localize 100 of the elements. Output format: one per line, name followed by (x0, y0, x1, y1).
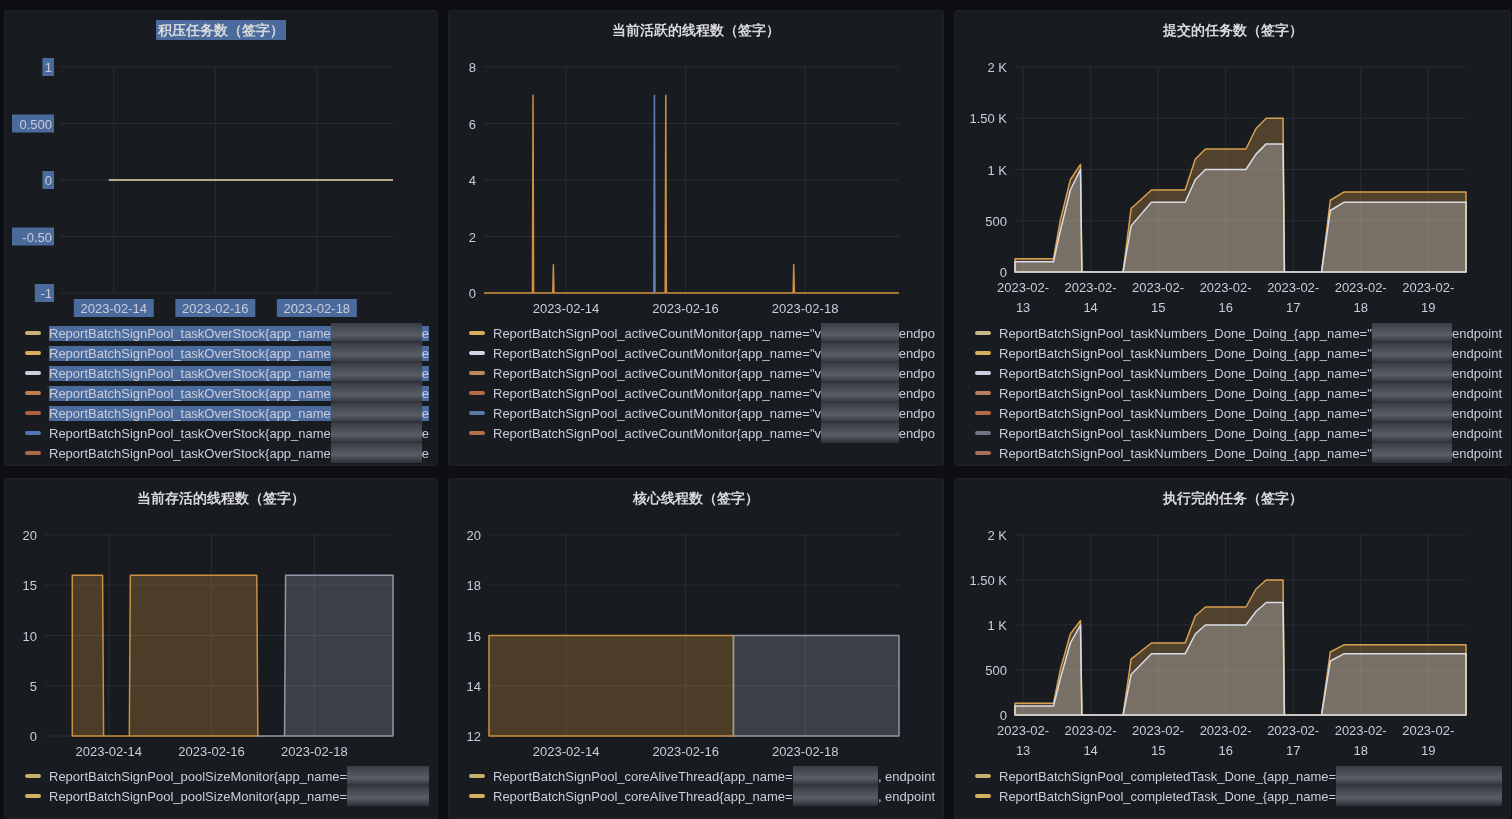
legend-item[interactable]: endpoint (1452, 325, 1502, 341)
legend-item[interactable]: ReportBatchSignPool_activeCountMonitor{app_name="v (493, 325, 821, 341)
axis-label: 20 (22, 528, 37, 543)
axis-label: 2 K (987, 60, 1007, 75)
axis-label: 2023-02- 19 (1402, 280, 1455, 315)
axis-label: 2023-02- 13 (997, 723, 1050, 758)
legend-item[interactable]: endpo (898, 425, 935, 441)
axis-label: 500 (985, 213, 1007, 229)
axis-label: 4 (468, 173, 476, 188)
axis-label: 2023-02- 13 (997, 280, 1050, 315)
legend-item[interactable]: ReportBatchSignPool_taskNumbers_Done_Doing_{app_name=" (999, 365, 1372, 381)
axis-label: 0 (29, 729, 37, 744)
axis-label: 2023-02- 14 (1064, 723, 1117, 758)
axis-label: 5 (29, 678, 37, 694)
legend-item[interactable]: endpoint (1452, 405, 1502, 421)
legend-item[interactable]: e (421, 445, 429, 461)
legend-item[interactable]: endpoint (1452, 445, 1502, 461)
y-tick-label: 0.500 (19, 116, 52, 132)
legend-item[interactable]: endpoint (1452, 385, 1502, 401)
axis-label: 2023-02-16 (175, 299, 256, 317)
legend-item[interactable]: ReportBatchSignPool_taskNumbers_Done_Doing_{app_name=" (999, 425, 1372, 441)
y-tick-label: -1 (40, 286, 52, 301)
axis-label: 2023-02-16 (178, 744, 245, 759)
legend-item[interactable]: ReportBatchSignPool_completedTask_Done_{app_name= (999, 768, 1337, 784)
panel-title: 当前活跃的线程数（签字） (611, 21, 781, 40)
axis-label: 2023-02-18 (771, 301, 839, 316)
legend-item[interactable]: endpo (898, 325, 935, 341)
legend-item[interactable]: ReportBatchSignPool_taskOverStock{app_name (49, 445, 331, 461)
axis-label: 1 K (987, 618, 1007, 633)
panel-title: 积压任务数（签字） (156, 20, 286, 40)
axis-label: 2023-02- 16 (1199, 723, 1252, 758)
axis-label: 2023-02-18 (281, 744, 348, 759)
legend-item[interactable]: ReportBatchSignPool_coreAliveThread{app_name= (493, 768, 793, 784)
legend-item[interactable]: ReportBatchSignPool_activeCountMonitor{app_name="v (493, 385, 821, 401)
legend-item[interactable]: endpo (898, 405, 935, 421)
legend-item[interactable]: ReportBatchSignPool_activeCountMonitor{app_name="v (493, 405, 821, 421)
legend-item[interactable]: , endpoint (877, 768, 935, 784)
axis-label: 2023-02-18 (771, 744, 839, 759)
axis-label: 2023-02-14 (532, 744, 600, 759)
axis-label: 8 (468, 60, 476, 75)
axis-label: 0 (42, 171, 54, 189)
axis-label: 2023-02-16 (652, 744, 719, 759)
legend-item[interactable]: endpoint (1452, 425, 1502, 441)
axis-label: 2023-02- 18 (1334, 723, 1387, 758)
axis-label: 20 (466, 528, 481, 543)
legend-item[interactable]: ReportBatchSignPool_activeCountMonitor{app_name="v (493, 425, 821, 441)
x-tick-label: 2023-02-14 (80, 301, 148, 316)
axis-label: 2023-02-18 (276, 299, 357, 317)
axis-label: 2023-02- 17 (1267, 280, 1320, 315)
axis-label: 1.50 K (969, 573, 1007, 588)
axis-label: 12 (466, 729, 481, 744)
legend-item[interactable]: , endpoint (877, 788, 935, 804)
axis-label: 2023-02-16 (652, 301, 719, 316)
legend-item[interactable]: ReportBatchSignPool_taskNumbers_Done_Doing_{app_name=" (999, 345, 1372, 361)
axis-label: 1.50 K (969, 111, 1007, 127)
axis-label: 0 (999, 708, 1007, 723)
y-tick-label: -0.50 (22, 229, 52, 245)
legend-item[interactable]: ReportBatchSignPool_taskNumbers_Done_Doing_{app_name=" (999, 385, 1372, 401)
legend-item[interactable]: e (421, 425, 429, 441)
axis-label: 2023-02- 15 (1132, 280, 1185, 315)
legend-item[interactable]: endpo (898, 345, 935, 361)
axis-label: 2 K (987, 528, 1007, 543)
legend-item[interactable]: ReportBatchSignPool_poolSizeMonitor{app_name= (49, 768, 348, 784)
x-tick-label: 2023-02-18 (283, 301, 351, 316)
legend-item[interactable]: ReportBatchSignPool_taskOverStock{app_name (49, 425, 331, 441)
axis-label: 2 (468, 229, 476, 245)
legend-item[interactable]: endpo (898, 365, 935, 381)
legend-item[interactable]: ReportBatchSignPool_coreAliveThread{app_name= (493, 788, 793, 804)
axis-label: 2023-02-14 (532, 301, 600, 316)
panel-title: 提交的任务数（签字） (1161, 21, 1304, 40)
panel-title: 核心线程数（签字） (632, 489, 760, 508)
axis-label: 2023-02- 16 (1199, 280, 1252, 315)
axis-label: 14 (466, 678, 481, 694)
axis-label: 0 (468, 286, 476, 301)
legend-item[interactable]: ReportBatchSignPool_activeCountMonitor{app_name="v (493, 365, 821, 381)
axis-label: 15 (22, 578, 37, 594)
legend-item[interactable]: ReportBatchSignPool_completedTask_Done_{app_name= (999, 788, 1337, 804)
axis-label: 500 (985, 663, 1007, 678)
axis-label: 18 (466, 578, 481, 594)
axis-label: 2023-02-14 (75, 744, 142, 759)
axis-label: 2023-02- 18 (1334, 280, 1387, 315)
legend-item[interactable]: ReportBatchSignPool_taskNumbers_Done_Doing_{app_name=" (999, 325, 1372, 341)
axis-label: 2023-02- 15 (1132, 723, 1185, 758)
axis-label: 2023-02-14 (73, 299, 154, 317)
axis-label: 16 (466, 628, 481, 644)
legend-item[interactable]: endpo (898, 385, 935, 401)
legend-item[interactable]: ReportBatchSignPool_taskNumbers_Done_Doing_{app_name=" (999, 445, 1372, 461)
legend-item[interactable]: endpoint (1452, 365, 1502, 381)
axis-label: 0.500 (12, 114, 54, 133)
panel-title: 执行完的任务（签字） (1161, 489, 1304, 508)
axis-label: -0.50 (12, 227, 54, 246)
legend-item[interactable]: ReportBatchSignPool_activeCountMonitor{app_name="v (493, 345, 821, 361)
axis-label: 1 K (987, 162, 1007, 178)
legend-item[interactable]: endpoint (1452, 345, 1502, 361)
legend-item[interactable]: ReportBatchSignPool_taskNumbers_Done_Doing_{app_name=" (999, 405, 1372, 421)
legend-item[interactable]: ReportBatchSignPool_poolSizeMonitor{app_name= (49, 788, 348, 804)
axis-label: -1 (34, 284, 54, 302)
axis-label: 6 (468, 116, 476, 132)
axis-label: 10 (22, 628, 37, 644)
x-tick-label: 2023-02-16 (182, 301, 249, 316)
